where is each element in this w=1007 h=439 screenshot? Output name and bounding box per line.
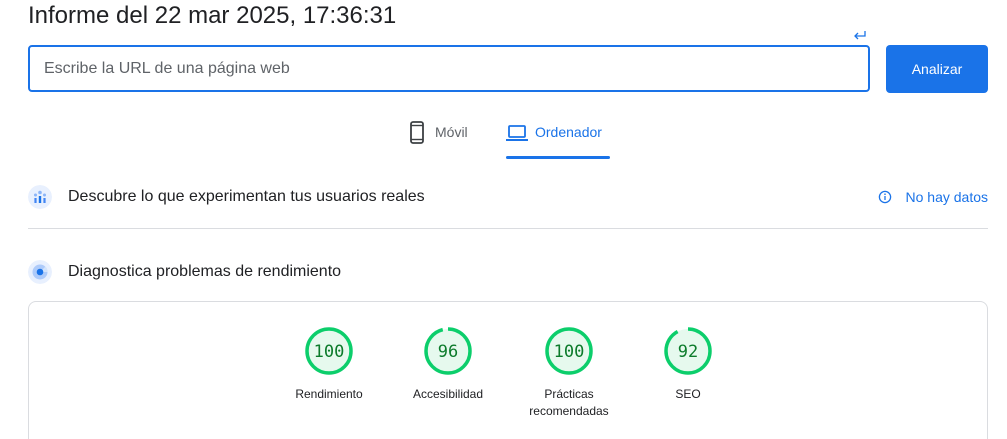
score-gauge-seo[interactable]: 92 SEO <box>633 326 743 403</box>
score-gauge-best-practices[interactable]: 100 Prácticas recomendadas <box>513 326 625 420</box>
analyze-button[interactable]: Analizar <box>886 45 988 93</box>
score-value: 96 <box>438 342 458 362</box>
score-value: 92 <box>678 342 698 362</box>
real-users-title: Descubre lo que experimentan tus usuario… <box>68 188 425 205</box>
section-divider <box>28 228 988 229</box>
score-label: Rendimiento <box>295 387 363 401</box>
scores-card: 100 Rendimiento 96 Accesibilidad 100 Prá… <box>28 301 988 439</box>
tab-mobile[interactable]: Móvil <box>406 120 468 160</box>
score-gauge-ring: 92 <box>664 327 712 375</box>
score-gauge-ring: 100 <box>545 327 593 375</box>
score-gauge-accessibility[interactable]: 96 Accesibilidad <box>393 326 503 403</box>
laptop-icon <box>506 125 528 141</box>
score-label: SEO <box>675 387 701 401</box>
score-gauge-ring: 96 <box>424 327 472 375</box>
url-input[interactable] <box>28 45 870 92</box>
enter-key-icon <box>854 31 866 40</box>
tab-desktop[interactable]: Ordenador <box>506 120 610 160</box>
device-tabs: Móvil Ordenador <box>0 120 1007 160</box>
score-label: Prácticas recomendadas <box>529 387 609 418</box>
pagespeed-report-page: Informe del 22 mar 2025, 17:36:31 Analiz… <box>0 0 1007 439</box>
diagnose-section: Diagnostica problemas de rendimiento <box>28 260 988 290</box>
score-gauge-performance[interactable]: 100 Rendimiento <box>274 326 384 403</box>
score-value: 100 <box>314 342 345 362</box>
lighthouse-icon <box>28 260 52 284</box>
tab-desktop-label: Ordenador <box>535 124 602 140</box>
selected-tab-indicator <box>506 156 610 159</box>
no-data-label: No hay datos <box>905 189 989 205</box>
tab-mobile-label: Móvil <box>435 124 468 140</box>
no-data-link[interactable]: No hay datos <box>878 185 989 209</box>
report-title: Informe del 22 mar 2025, 17:36:31 <box>28 2 397 29</box>
score-label: Accesibilidad <box>412 387 484 401</box>
real-users-section: Descubre lo que experimentan tus usuario… <box>28 185 988 215</box>
info-icon <box>878 190 891 204</box>
url-form: Analizar <box>28 31 988 93</box>
crux-users-icon <box>28 185 52 209</box>
diagnose-title: Diagnostica problemas de rendimiento <box>68 263 342 280</box>
score-value: 100 <box>554 342 585 362</box>
score-gauge-ring: 100 <box>305 327 353 375</box>
smartphone-icon <box>410 121 424 144</box>
